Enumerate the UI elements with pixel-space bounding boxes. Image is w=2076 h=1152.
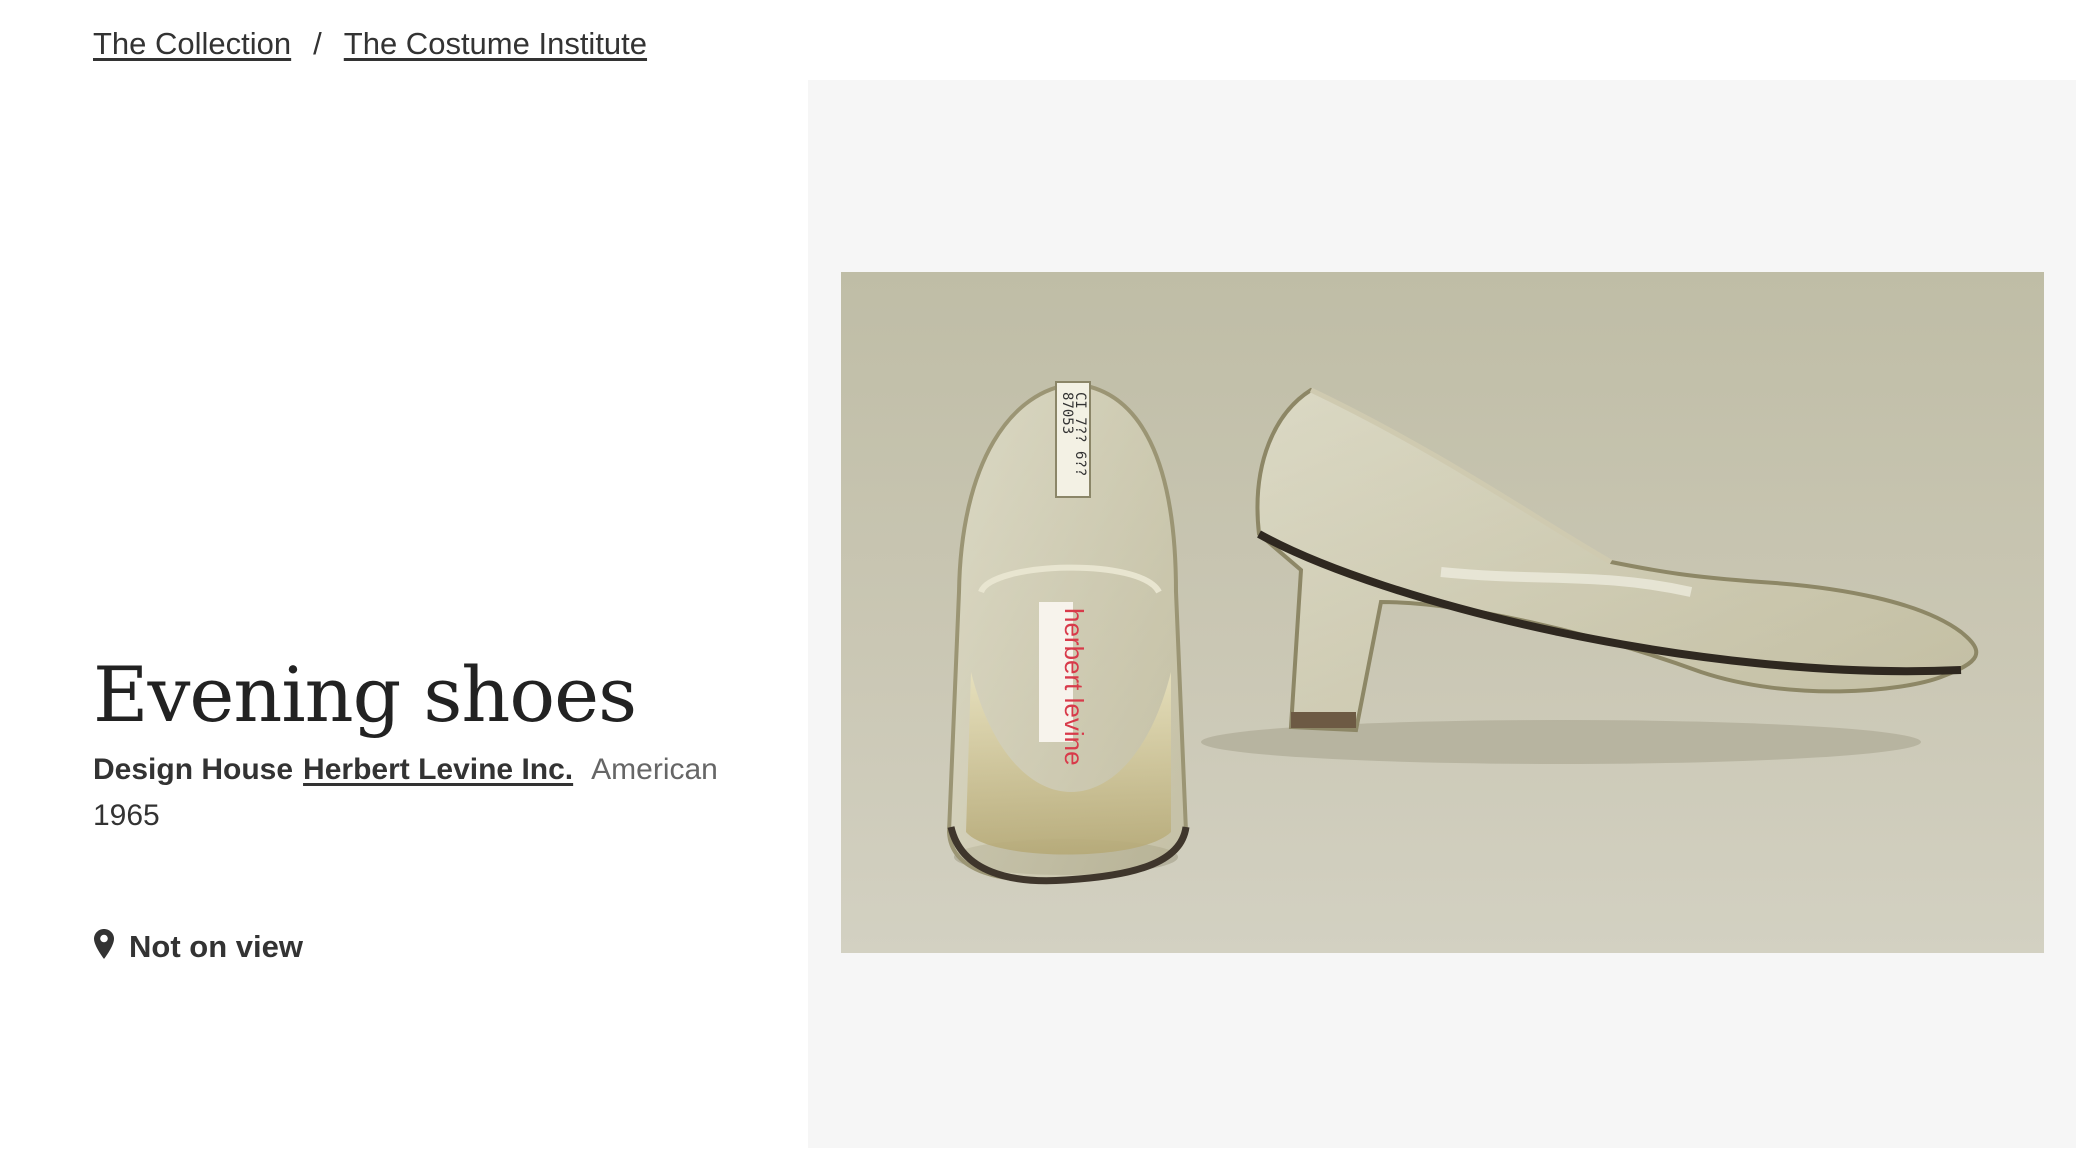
breadcrumb-link-collection[interactable]: The Collection — [93, 26, 291, 62]
left-shoe: CI 7?? 6?? 87053 herbert levine — [946, 381, 1190, 885]
breadcrumb-separator: / — [313, 26, 322, 61]
object-image[interactable]: CI 7?? 6?? 87053 herbert levine — [841, 272, 2044, 953]
object-attribution: Design House Herbert Levine Inc. America… — [93, 753, 773, 787]
object-date: 1965 — [93, 798, 160, 832]
attribution-role: Design House — [93, 752, 294, 786]
attribution-culture: American — [591, 752, 718, 786]
insole-brand: herbert levine — [1059, 608, 1089, 766]
object-title: Evening shoes — [93, 650, 637, 739]
gallery-location: Not on view — [93, 928, 303, 965]
tag-line-2: 87053 — [1059, 392, 1075, 434]
breadcrumb: The Collection / The Costume Institute — [93, 26, 647, 62]
breadcrumb-link-department[interactable]: The Costume Institute — [344, 26, 647, 62]
object-info: Evening shoes Design House Herbert Levin… — [93, 655, 773, 833]
attribution-maker-link[interactable]: Herbert Levine Inc. — [303, 753, 573, 787]
location-status: Not on view — [129, 928, 303, 964]
shoes-photo: CI 7?? 6?? 87053 herbert levine — [841, 272, 2044, 953]
image-panel: CI 7?? 6?? 87053 herbert levine — [808, 80, 2076, 1148]
map-pin-icon — [93, 928, 115, 965]
